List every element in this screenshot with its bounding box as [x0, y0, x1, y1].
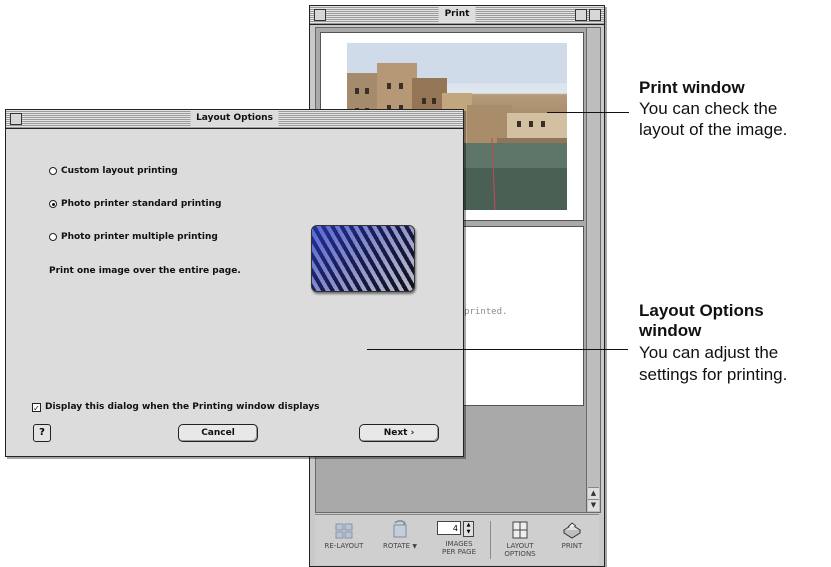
help-button[interactable]: ?	[33, 424, 51, 442]
print-window-title: Print	[438, 7, 476, 22]
radio-multiple-printing-label: Photo printer multiple printing	[61, 232, 218, 242]
layout-options-titlebar[interactable]: Layout Options	[6, 110, 463, 129]
help-icon: ?	[39, 427, 45, 438]
images-per-page-label-1: IMAGES	[445, 540, 473, 548]
layout-options-window: Layout Options Custom layout printing Ph…	[5, 109, 464, 457]
radio-checked-icon[interactable]	[49, 200, 57, 208]
relayout-button[interactable]: RE-LAYOUT	[317, 515, 371, 565]
toolbar-divider	[490, 521, 491, 559]
layout-options-icon	[512, 521, 528, 539]
printer-icon	[563, 522, 581, 539]
next-button[interactable]: Next ›	[359, 424, 439, 442]
radio-multiple-printing[interactable]: Photo printer multiple printing	[49, 232, 218, 242]
option-description: Print one image over the entire page.	[49, 266, 241, 276]
cancel-button[interactable]: Cancel	[178, 424, 258, 442]
scroll-up-arrow-icon[interactable]: ▲	[588, 487, 599, 499]
layout-options-label-2: OPTIONS	[504, 550, 536, 558]
rotate-label: ROTATE ▼	[383, 542, 417, 550]
print-callout-title: Print window	[639, 78, 745, 97]
close-box-icon[interactable]	[314, 9, 326, 21]
stepper-arrows-icon[interactable]: ▲ ▼	[463, 521, 474, 537]
layout-callout-line-1: You can adjust the	[639, 343, 779, 362]
layout-options-label-1: LAYOUT	[506, 542, 534, 550]
radio-unchecked-icon[interactable]	[49, 233, 57, 241]
print-button[interactable]: PRINT	[549, 515, 595, 565]
layout-callout-title-2: window	[639, 321, 702, 340]
scroll-down-arrow-icon[interactable]: ▼	[588, 499, 599, 511]
images-per-page-label-2: PER PAGE	[441, 548, 477, 556]
images-per-page-field[interactable]: 4	[437, 521, 461, 535]
radio-standard-printing-label: Photo printer standard printing	[61, 199, 222, 209]
relayout-label: RE-LAYOUT	[324, 542, 364, 550]
collapse-box-icon[interactable]	[589, 9, 601, 21]
print-toolbar: RE-LAYOUT ROTATE ▼ 4 ▲▼ IMAGES PER PAGE	[315, 514, 599, 565]
radio-custom-layout-label: Custom layout printing	[61, 166, 178, 176]
print-label: PRINT	[561, 542, 583, 550]
images-per-page-stepper[interactable]: 4 ▲ ▼	[437, 521, 474, 537]
relayout-icon	[335, 523, 353, 539]
print-callout-line-2: layout of the image.	[639, 120, 788, 139]
checkbox-checked-icon[interactable]: ✓	[32, 402, 41, 413]
vertical-scrollbar[interactable]: ▲ ▼	[586, 27, 601, 513]
radio-custom-layout[interactable]: Custom layout printing	[49, 166, 178, 176]
zoom-box-icon[interactable]	[575, 9, 587, 21]
print-callout-line-1: You can check the	[639, 99, 778, 118]
print-window-titlebar[interactable]: Print	[310, 6, 604, 25]
images-per-page-control: 4 ▲ ▼ IMAGES PER PAGE	[431, 515, 487, 565]
layout-callout-line-2: settings for printing.	[639, 365, 788, 384]
zebra-preview-image	[311, 225, 415, 292]
layout-options-button[interactable]: LAYOUT OPTIONS	[493, 515, 547, 565]
layout-options-title: Layout Options	[190, 111, 279, 126]
rotate-icon	[393, 520, 407, 538]
display-dialog-checkbox-label: Display this dialog when the Printing wi…	[45, 402, 320, 412]
display-dialog-checkbox-row[interactable]: ✓ Display this dialog when the Printing …	[32, 402, 320, 413]
radio-unchecked-icon[interactable]	[49, 167, 57, 175]
close-box-icon[interactable]	[10, 113, 22, 125]
rotate-button[interactable]: ROTATE ▼	[375, 515, 425, 565]
print-callout-line	[547, 112, 629, 113]
layout-callout-title-1: Layout Options	[639, 301, 764, 320]
layout-callout-line	[367, 349, 628, 350]
radio-standard-printing[interactable]: Photo printer standard printing	[49, 199, 221, 209]
